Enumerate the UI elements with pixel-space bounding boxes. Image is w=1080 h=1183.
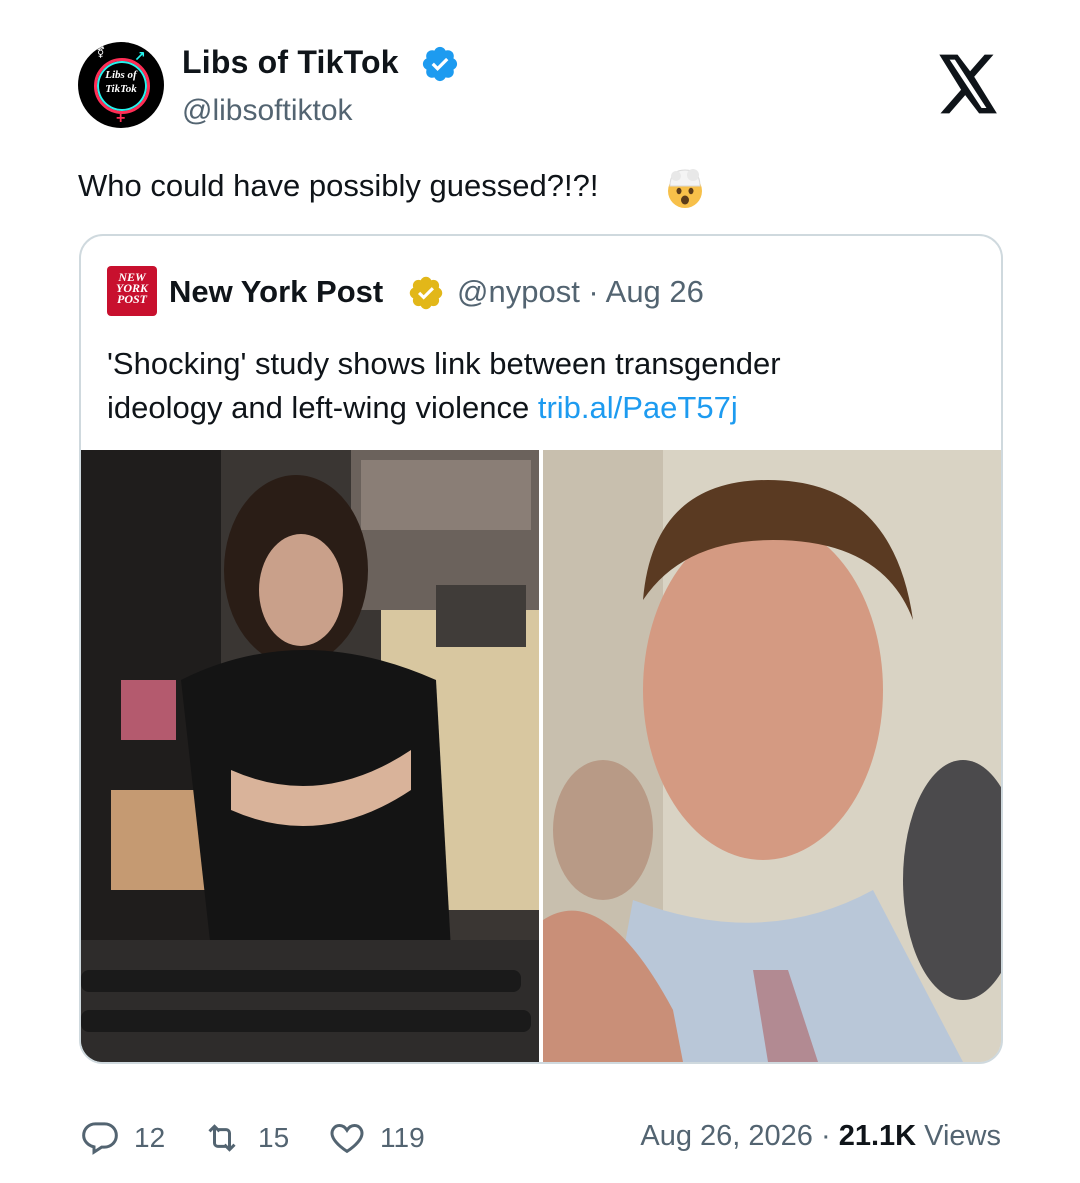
photo-right[interactable] [543,450,1001,1062]
male-symbol-icon: ↗ [134,48,146,64]
quoted-text-line2: ideology and left-wing violence [107,390,538,425]
heart-icon [330,1123,364,1154]
plus-symbol-icon: + [116,110,126,127]
reply-button[interactable]: 12 [80,1118,180,1158]
tweet-card: ⚧ ↗ Libs of TikTok + Libs of TikTok @lib… [0,0,1080,1183]
timestamp[interactable]: Aug 26, 2026 · [640,1120,838,1152]
like-button[interactable]: 119 [326,1118,436,1158]
tweet-text: Who could have possibly guessed?!?! [78,168,599,203]
quoted-handle-date[interactable]: @nypost · Aug 26 [457,274,704,310]
repost-count: 15 [258,1122,290,1153]
views-label: Views [916,1120,1001,1152]
verified-gold-badge-icon [409,276,443,310]
photo-left[interactable] [81,450,539,1062]
repost-button[interactable]: 15 [200,1118,310,1158]
avatar-logo-line2: TikTok [105,83,137,95]
female-symbol-icon: ⚧ [96,47,106,59]
avatar-logo-line1: Libs of [105,69,137,81]
nypost-logo: NEW YORK POST [107,266,157,316]
author-name[interactable]: Libs of TikTok [182,44,399,81]
timestamp-views: Aug 26, 2026 · 21.1K Views [640,1120,1001,1153]
quoted-text: 'Shocking' study shows link between tran… [107,342,967,430]
like-count: 119 [380,1122,425,1153]
author-handle[interactable]: @libsoftiktok [182,94,353,128]
quoted-post[interactable]: NEW YORK POST New York Post @nypost · Au… [79,234,1003,1064]
avatar[interactable]: ⚧ ↗ Libs of TikTok + [78,42,164,128]
x-logo-icon[interactable] [936,54,1000,114]
verified-badge-icon [422,46,458,82]
reply-count: 12 [134,1122,166,1153]
views-count: 21.1K [838,1120,917,1152]
quoted-author-name[interactable]: New York Post [169,274,383,310]
quoted-text-line1: 'Shocking' study shows link between tran… [107,346,781,381]
reply-icon [82,1122,118,1155]
quoted-link[interactable]: trib.al/PaeT57j [538,390,738,425]
exploding-head-icon [668,169,702,208]
repost-icon [208,1124,236,1152]
